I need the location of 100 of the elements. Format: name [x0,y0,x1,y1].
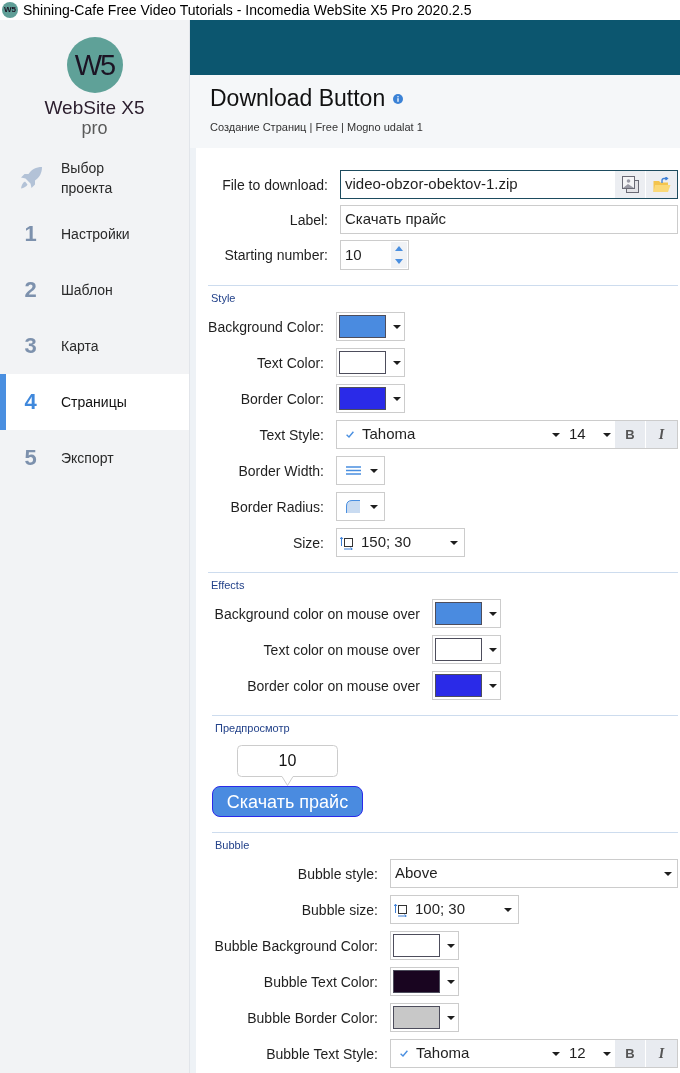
caret-icon [489,611,497,616]
field-label: Bubble Text Color: [263,972,378,991]
color-picker[interactable] [336,312,405,341]
app-logo: W5 [2,2,18,18]
section-title: Effects [211,578,245,592]
images-icon [621,176,639,193]
field-label: Bubble Border Color: [247,1008,378,1027]
font-dropdown[interactable]: Tahoma [337,421,565,448]
size-dropdown[interactable]: 150; 30 [336,528,465,557]
color-picker[interactable] [336,384,405,413]
caret-icon [552,1051,560,1056]
bold-button[interactable]: B [615,1040,645,1067]
caret-icon [393,396,401,401]
color-picker[interactable] [390,1003,459,1032]
step-number: 3 [24,334,37,358]
step-number: 5 [24,446,37,470]
sidebar-item[interactable]: 5 Экспорт [0,430,189,486]
field-label: Bubble Background Color: [214,936,378,955]
caret-up-icon [395,246,403,251]
field-label: Border Radius: [230,497,324,516]
field-label: Border color on mouse over [247,676,420,695]
folder-icon [652,176,671,193]
sidebar-item[interactable]: Выбор проекта [0,150,189,206]
color-picker[interactable] [432,599,501,628]
color-picker[interactable] [432,635,501,664]
field-label: Bubble size: [301,900,378,919]
field-label: File to download: [222,175,328,194]
window-title: Shining-Cafe Free Video Tutorials - Incomedia WebSite X5 Pro 2020.2.5 [23,1,472,19]
bubble-style-dropdown[interactable]: Above [390,859,678,888]
resize-icon [340,535,354,550]
field-label: Size: [292,533,324,552]
border-radius-dropdown[interactable] [336,492,385,521]
field-label: Border Color: [240,389,324,408]
bold-button[interactable]: B [615,421,645,448]
caret-icon [447,1015,455,1020]
check-icon [400,1050,408,1057]
info-icon[interactable] [393,94,404,104]
section-title: Style [211,291,236,305]
caret-icon [393,360,401,365]
step-label: Настройки [61,225,131,244]
step-label: Карта [61,337,100,356]
page-subtitle: Создание Страниц | Free | Mogno udalat 1 [210,120,424,134]
step-label: Экспорт [61,449,115,468]
color-picker[interactable] [336,348,405,377]
sidebar-item[interactable]: 3 Карта [0,318,189,374]
page-title: Download Button [210,84,386,112]
caret-icon [370,504,378,509]
size-dropdown[interactable]: 100; 30 [390,895,519,924]
image-picker-button[interactable] [615,171,645,198]
step-label: Страницы [61,393,128,412]
caret-down-icon [395,259,403,264]
field-label: Starting number: [224,246,328,264]
step-label: Шаблон [61,281,114,300]
border-width-dropdown[interactable] [336,456,385,485]
caret-icon [664,871,672,876]
font-size-dropdown[interactable]: 14 [565,421,615,448]
caret-icon [603,432,611,437]
step-number: 2 [24,278,37,302]
step-number: 4 [24,390,37,414]
caret-icon [393,324,401,329]
caret-icon [489,647,497,652]
step-number: 1 [24,222,37,246]
field-label: Background Color: [208,317,324,336]
check-icon [346,431,354,438]
section-title: Предпросмотр [215,721,290,735]
step-label: Выбор проекта [61,159,114,198]
caret-icon [504,907,512,912]
caret-icon [552,432,560,437]
field-label: Bubble style: [297,864,378,883]
italic-button[interactable]: I [646,421,677,448]
field-label: Bubble Text Style: [266,1044,378,1063]
label-input[interactable]: Скачать прайс [340,205,678,234]
caret-icon [447,943,455,948]
font-dropdown[interactable]: Tahoma [391,1040,565,1067]
section-title: Bubble [215,838,250,852]
color-picker[interactable] [390,967,459,996]
field-label: Text color on mouse over [263,640,420,659]
sidebar-item[interactable]: 4 Страницы [0,374,189,430]
rounded-corner-icon [346,500,360,513]
field-label: Text Style: [259,425,324,444]
field-label: Background color on mouse over [214,604,420,623]
caret-icon [447,979,455,984]
sidebar-item[interactable]: 1 Настройки [0,206,189,262]
logo-edition: pro [81,119,108,137]
caret-icon [370,468,378,473]
color-picker[interactable] [432,671,501,700]
logo-wordmark: WebSite X5 [44,97,145,119]
rocket-icon [18,166,43,190]
preview-bubble: 10 [237,745,338,786]
sidebar-item[interactable]: 2 Шаблон [0,262,189,318]
field-label: Border Width: [238,461,324,480]
number-spinner[interactable]: 10 [340,240,409,270]
resize-icon [394,902,408,917]
italic-button[interactable]: I [646,1040,677,1067]
caret-icon [450,540,458,545]
color-picker[interactable] [390,931,459,960]
file-path-field[interactable]: video-obzor-obektov-1.zip [340,170,678,199]
caret-icon [489,683,497,688]
caret-icon [603,1051,611,1056]
font-size-dropdown[interactable]: 12 [565,1040,615,1067]
